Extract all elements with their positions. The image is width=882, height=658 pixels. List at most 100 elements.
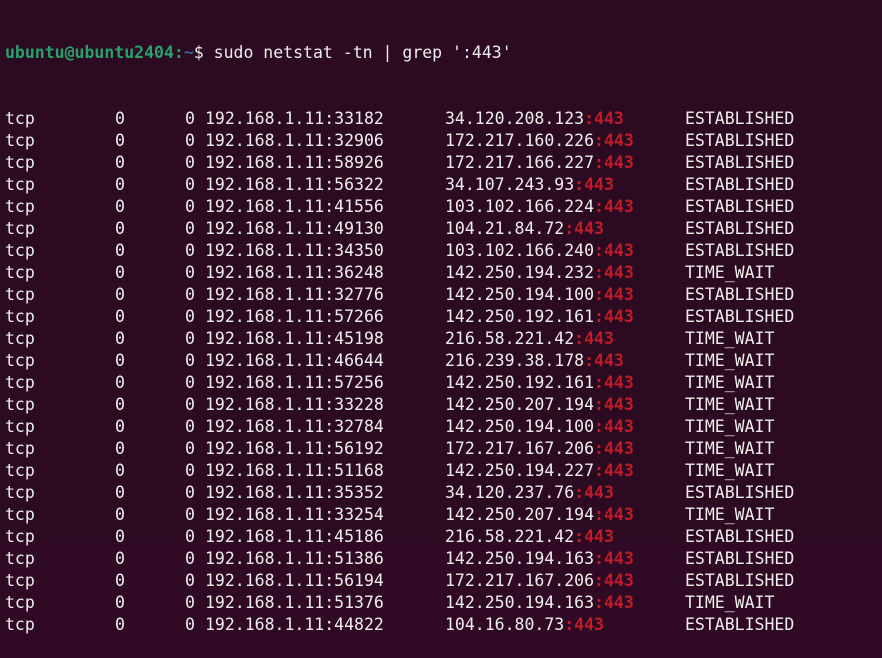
connection-row: tcp 0 0 192.168.1.11:32784 142.250.194.100:4… bbox=[5, 416, 774, 438]
send-q-cell: 0 bbox=[185, 615, 195, 634]
state-cell: TIME_WAIT bbox=[685, 395, 775, 414]
proto-cell: tcp bbox=[5, 593, 35, 612]
foreign-ip: 142.250.192.161 bbox=[445, 307, 595, 326]
grep-match-port: :443 bbox=[594, 395, 634, 414]
state-cell: ESTABLISHED bbox=[685, 307, 795, 326]
send-q-cell: 0 bbox=[185, 263, 195, 282]
state-cell: ESTABLISHED bbox=[685, 153, 795, 172]
connection-row: tcp 0 0 192.168.1.11:51168 142.250.194.227:4… bbox=[5, 460, 774, 482]
foreign-address-cell: 142.250.194.100:443 bbox=[445, 284, 634, 306]
send-q-cell: 0 bbox=[185, 571, 195, 590]
foreign-address-cell: 103.102.166.224:443 bbox=[445, 196, 634, 218]
connection-row: tcp 0 0 192.168.1.11:41556 103.102.166.224:4… bbox=[5, 196, 794, 218]
proto-cell: tcp bbox=[5, 153, 35, 172]
foreign-ip: 216.58.221.42 bbox=[445, 329, 575, 348]
grep-match-port: :443 bbox=[594, 241, 634, 260]
grep-match-port: :443 bbox=[564, 615, 604, 634]
state-cell: TIME_WAIT bbox=[685, 461, 775, 480]
recv-q-cell: 0 bbox=[115, 329, 125, 348]
grep-match-port: :443 bbox=[594, 153, 634, 172]
proto-cell: tcp bbox=[5, 285, 35, 304]
state-cell: TIME_WAIT bbox=[685, 329, 775, 348]
grep-match-port: :443 bbox=[574, 527, 614, 546]
send-q-cell: 0 bbox=[185, 307, 195, 326]
recv-q-cell: 0 bbox=[115, 219, 125, 238]
grep-match-port: :443 bbox=[594, 197, 634, 216]
foreign-ip: 103.102.166.224 bbox=[445, 197, 595, 216]
send-q-cell: 0 bbox=[185, 329, 195, 348]
recv-q-cell: 0 bbox=[115, 175, 125, 194]
foreign-address-cell: 104.21.84.72:443 bbox=[445, 218, 604, 240]
send-q-cell: 0 bbox=[185, 219, 195, 238]
foreign-ip: 142.250.194.100 bbox=[445, 285, 595, 304]
connection-row: tcp 0 0 192.168.1.11:46644 216.239.38.178:44… bbox=[5, 350, 774, 372]
connection-row: tcp 0 0 192.168.1.11:33254 142.250.207.194:4… bbox=[5, 504, 774, 526]
proto-cell: tcp bbox=[5, 505, 35, 524]
proto-cell: tcp bbox=[5, 241, 35, 260]
grep-match-port: :443 bbox=[574, 483, 614, 502]
local-address-cell: 192.168.1.11:45198 bbox=[205, 329, 384, 348]
send-q-cell: 0 bbox=[185, 153, 195, 172]
proto-cell: tcp bbox=[5, 197, 35, 216]
send-q-cell: 0 bbox=[185, 197, 195, 216]
terminal-output[interactable]: ubuntu@ubuntu2404:~$ sudo netstat -tn | … bbox=[5, 0, 794, 658]
connection-row: tcp 0 0 192.168.1.11:56194 172.217.167.206:4… bbox=[5, 570, 794, 592]
local-address-cell: 192.168.1.11:36248 bbox=[205, 263, 384, 282]
recv-q-cell: 0 bbox=[115, 505, 125, 524]
state-cell: ESTABLISHED bbox=[685, 197, 795, 216]
grep-match-port: :443 bbox=[574, 175, 614, 194]
foreign-ip: 172.217.167.206 bbox=[445, 571, 595, 590]
local-address-cell: 192.168.1.11:49130 bbox=[205, 219, 384, 238]
proto-cell: tcp bbox=[5, 351, 35, 370]
state-cell: ESTABLISHED bbox=[685, 285, 795, 304]
foreign-address-cell: 216.58.221.42:443 bbox=[445, 328, 614, 350]
grep-match-port: :443 bbox=[594, 549, 634, 568]
local-address-cell: 192.168.1.11:33228 bbox=[205, 395, 384, 414]
send-q-cell: 0 bbox=[185, 373, 195, 392]
foreign-address-cell: 142.250.194.227:443 bbox=[445, 460, 634, 482]
recv-q-cell: 0 bbox=[115, 263, 125, 282]
proto-cell: tcp bbox=[5, 615, 35, 634]
local-address-cell: 192.168.1.11:33254 bbox=[205, 505, 384, 524]
proto-cell: tcp bbox=[5, 461, 35, 480]
recv-q-cell: 0 bbox=[115, 307, 125, 326]
local-address-cell: 192.168.1.11:32906 bbox=[205, 131, 384, 150]
connection-row: tcp 0 0 192.168.1.11:49130 104.21.84.72:443 E… bbox=[5, 218, 794, 240]
connection-row: tcp 0 0 192.168.1.11:33182 34.120.208.123:44… bbox=[5, 108, 794, 130]
grep-match-port: :443 bbox=[594, 263, 634, 282]
state-cell: ESTABLISHED bbox=[685, 175, 795, 194]
grep-match-port: :443 bbox=[574, 329, 614, 348]
proto-cell: tcp bbox=[5, 131, 35, 150]
recv-q-cell: 0 bbox=[115, 571, 125, 590]
foreign-address-cell: 34.107.243.93:443 bbox=[445, 174, 614, 196]
local-address-cell: 192.168.1.11:45186 bbox=[205, 527, 384, 546]
command-text: sudo netstat -tn | grep ':443' bbox=[213, 43, 512, 62]
proto-cell: tcp bbox=[5, 395, 35, 414]
proto-cell: tcp bbox=[5, 373, 35, 392]
prompt-path: ~ bbox=[183, 43, 194, 62]
recv-q-cell: 0 bbox=[115, 615, 125, 634]
connection-row: tcp 0 0 192.168.1.11:34350 103.102.166.240:4… bbox=[5, 240, 794, 262]
foreign-address-cell: 172.217.160.226:443 bbox=[445, 130, 634, 152]
proto-cell: tcp bbox=[5, 109, 35, 128]
foreign-address-cell: 142.250.194.163:443 bbox=[445, 548, 634, 570]
state-cell: ESTABLISHED bbox=[685, 219, 795, 238]
local-address-cell: 192.168.1.11:41556 bbox=[205, 197, 384, 216]
proto-cell: tcp bbox=[5, 263, 35, 282]
local-address-cell: 192.168.1.11:32776 bbox=[205, 285, 384, 304]
foreign-ip: 34.120.208.123 bbox=[445, 109, 585, 128]
recv-q-cell: 0 bbox=[115, 373, 125, 392]
grep-match-port: :443 bbox=[594, 417, 634, 436]
recv-q-cell: 0 bbox=[115, 285, 125, 304]
recv-q-cell: 0 bbox=[115, 439, 125, 458]
local-address-cell: 192.168.1.11:46644 bbox=[205, 351, 384, 370]
recv-q-cell: 0 bbox=[115, 351, 125, 370]
proto-cell: tcp bbox=[5, 571, 35, 590]
state-cell: ESTABLISHED bbox=[685, 109, 795, 128]
grep-match-port: :443 bbox=[584, 109, 624, 128]
foreign-address-cell: 172.217.167.206:443 bbox=[445, 570, 634, 592]
connection-row: tcp 0 0 192.168.1.11:45186 216.58.221.42:443… bbox=[5, 526, 794, 548]
foreign-ip: 142.250.194.163 bbox=[445, 593, 595, 612]
foreign-ip: 142.250.194.163 bbox=[445, 549, 595, 568]
connection-row: tcp 0 0 192.168.1.11:56322 34.107.243.93:443… bbox=[5, 174, 794, 196]
